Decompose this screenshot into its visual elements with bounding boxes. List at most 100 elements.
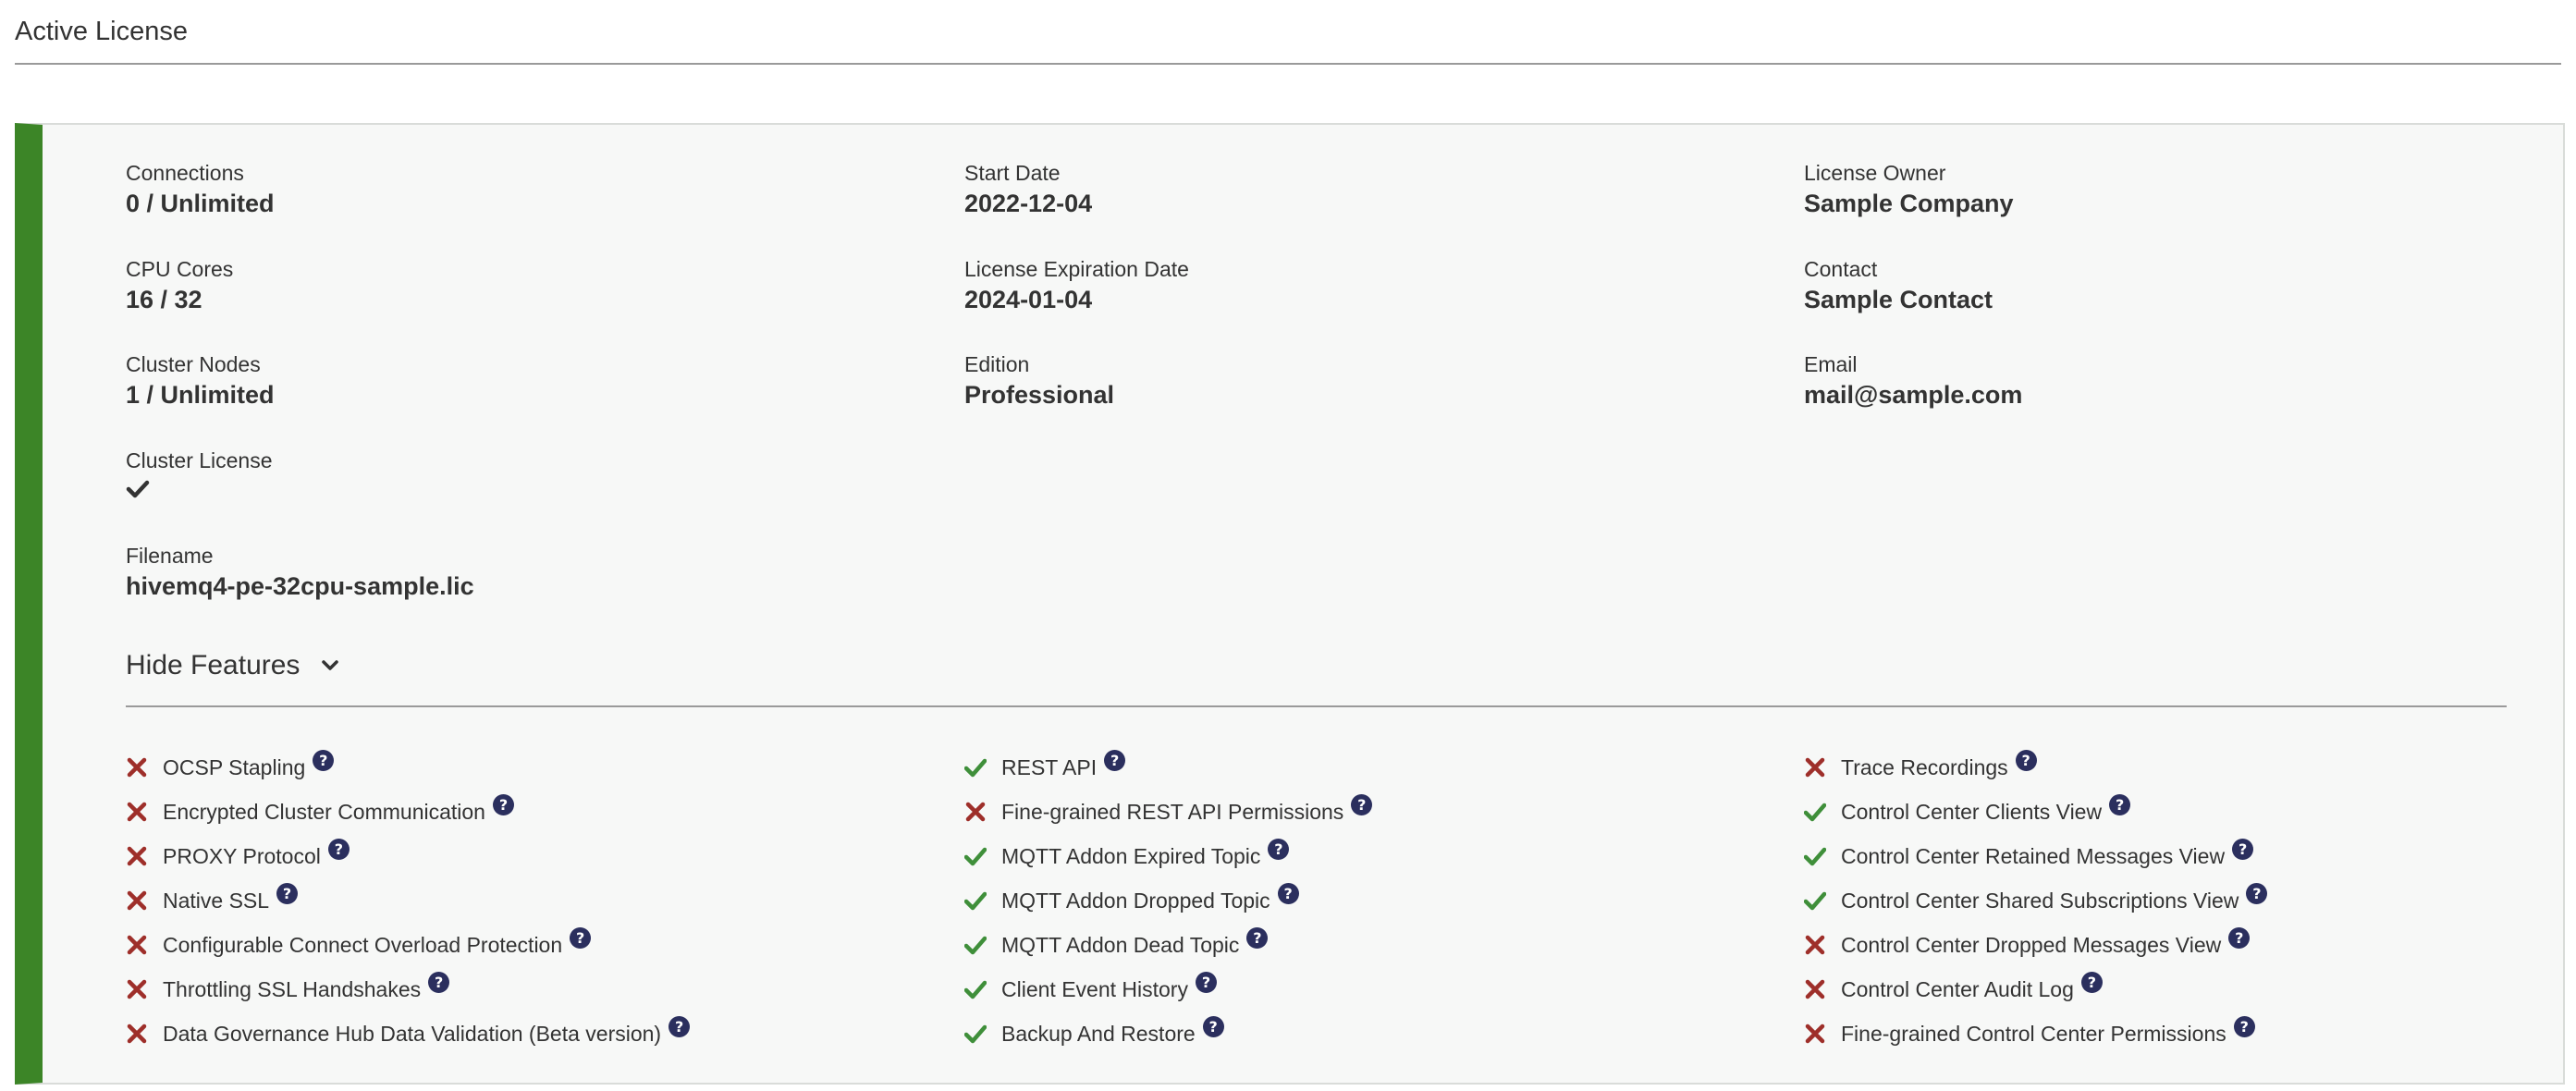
license-field: Filename hivemq4-pe-32cpu-sample.lic xyxy=(126,542,474,603)
license-field: License Expiration Date 2024-01-04 xyxy=(964,255,1189,316)
help-icon[interactable]: ? xyxy=(2228,926,2251,949)
license-field: Email mail@sample.com xyxy=(1804,350,2022,411)
feature-item: Encrypted Cluster Communication? xyxy=(126,793,514,830)
license-field: Cluster Nodes 1 / Unlimited xyxy=(126,350,275,411)
x-icon xyxy=(126,845,148,867)
help-icon[interactable]: ? xyxy=(2109,793,2131,815)
help-icon[interactable]: ? xyxy=(570,926,592,949)
x-icon xyxy=(126,889,148,912)
feature-item: Throttling SSL Handshakes? xyxy=(126,971,450,1008)
feature-name: MQTT Addon Dead Topic xyxy=(1001,932,1240,957)
help-icon[interactable]: ? xyxy=(1104,749,1126,771)
feature-name: Configurable Connect Overload Protection xyxy=(163,932,563,957)
check-icon xyxy=(1803,889,1827,912)
feature-item: Trace Recordings? xyxy=(1804,749,2037,786)
field-label: Filename xyxy=(126,544,214,568)
field-label: Cluster Nodes xyxy=(126,352,261,376)
feature-name: Control Center Dropped Messages View xyxy=(1841,932,2222,957)
license-field: License Owner Sample Company xyxy=(1804,159,2014,220)
help-icon[interactable]: ? xyxy=(313,749,335,771)
field-label: CPU Cores xyxy=(126,256,234,281)
x-icon xyxy=(1804,756,1826,778)
help-icon[interactable]: ? xyxy=(1268,838,1290,860)
field-value: 1 / Unlimited xyxy=(126,381,275,409)
feature-name: MQTT Addon Dropped Topic xyxy=(1001,888,1270,913)
field-value: 2024-01-04 xyxy=(964,285,1093,313)
x-icon xyxy=(126,978,148,1000)
x-icon xyxy=(126,1023,148,1045)
help-icon[interactable]: ? xyxy=(1277,882,1299,904)
license-card: Connections 0 / Unlimited CPU Cores 16 / 32… xyxy=(15,123,2565,1085)
feature-item: Native SSL? xyxy=(126,882,299,919)
feature-item: REST API? xyxy=(963,749,1126,786)
field-label: Contact xyxy=(1804,256,1878,281)
feature-item: Fine-grained REST API Permissions? xyxy=(964,793,1373,830)
field-value: Sample Company xyxy=(1804,190,2014,217)
x-icon xyxy=(964,801,987,823)
feature-item: Control Center Retained Messages View? xyxy=(1803,838,2254,875)
license-field: Contact Sample Contact xyxy=(1804,255,1993,316)
feature-item: Control Center Audit Log? xyxy=(1804,971,2103,1008)
help-icon[interactable]: ? xyxy=(2080,971,2103,993)
help-icon[interactable]: ? xyxy=(669,1015,691,1037)
feature-name: Native SSL xyxy=(163,888,270,913)
page-header: Active License xyxy=(15,0,2561,65)
check-icon xyxy=(963,889,987,912)
help-icon[interactable]: ? xyxy=(1351,793,1373,815)
check-icon xyxy=(126,474,273,508)
feature-item: MQTT Addon Dropped Topic? xyxy=(963,882,1299,919)
features-divider xyxy=(126,705,2507,707)
help-icon[interactable]: ? xyxy=(1246,926,1269,949)
help-icon[interactable]: ? xyxy=(327,838,350,860)
field-value: mail@sample.com xyxy=(1804,381,2023,409)
feature-name: Control Center Clients View xyxy=(1841,799,2103,824)
help-icon[interactable]: ? xyxy=(492,793,514,815)
feature-item: Configurable Connect Overload Protection… xyxy=(126,926,592,963)
x-icon xyxy=(1804,934,1826,956)
license-field: Connections 0 / Unlimited xyxy=(126,159,275,220)
feature-name: Data Governance Hub Data Validation (Bet… xyxy=(163,1021,662,1046)
help-icon[interactable]: ? xyxy=(428,971,450,993)
license-field: CPU Cores 16 / 32 xyxy=(126,255,233,316)
feature-item: Fine-grained Control Center Permissions? xyxy=(1804,1015,2255,1052)
feature-name: Backup And Restore xyxy=(1001,1021,1196,1046)
help-icon[interactable]: ? xyxy=(1202,1015,1224,1037)
field-label: Connections xyxy=(126,161,244,185)
feature-name: MQTT Addon Expired Topic xyxy=(1001,843,1261,868)
help-icon[interactable]: ? xyxy=(276,882,299,904)
page-title: Active License xyxy=(15,17,188,46)
feature-name: Control Center Audit Log xyxy=(1841,976,2074,1001)
help-icon[interactable]: ? xyxy=(2232,838,2254,860)
check-icon xyxy=(1803,845,1827,867)
feature-item: MQTT Addon Expired Topic? xyxy=(963,838,1290,875)
field-value: hivemq4-pe-32cpu-sample.lic xyxy=(126,572,474,600)
x-icon xyxy=(126,756,148,778)
feature-item: Control Center Shared Subscriptions View… xyxy=(1803,882,2268,919)
help-icon[interactable]: ? xyxy=(2246,882,2268,904)
check-icon xyxy=(963,1023,987,1045)
help-icon[interactable]: ? xyxy=(2233,1015,2255,1037)
check-icon xyxy=(963,756,987,778)
field-value: Professional xyxy=(964,381,1115,409)
field-label: License Owner xyxy=(1804,161,1946,185)
feature-item: MQTT Addon Dead Topic? xyxy=(963,926,1269,963)
x-icon xyxy=(1804,1023,1826,1045)
feature-name: Encrypted Cluster Communication xyxy=(163,799,485,824)
help-icon[interactable]: ? xyxy=(2015,749,2037,771)
help-icon[interactable]: ? xyxy=(1195,971,1217,993)
license-field: Edition Professional xyxy=(964,350,1114,411)
hide-features-toggle[interactable]: Hide Features xyxy=(126,643,340,689)
check-icon xyxy=(963,978,987,1000)
feature-name: Fine-grained Control Center Permissions xyxy=(1841,1021,2226,1046)
x-icon xyxy=(126,801,148,823)
field-value: 0 / Unlimited xyxy=(126,190,275,217)
field-value: Sample Contact xyxy=(1804,285,1993,313)
feature-name: OCSP Stapling xyxy=(163,754,306,779)
field-label: Edition xyxy=(964,352,1030,376)
license-field: Cluster License xyxy=(126,447,273,508)
check-icon xyxy=(963,845,987,867)
feature-item: Client Event History? xyxy=(963,971,1217,1008)
check-icon xyxy=(1803,801,1827,823)
feature-item: Control Center Dropped Messages View? xyxy=(1804,926,2251,963)
feature-name: PROXY Protocol xyxy=(163,843,321,868)
